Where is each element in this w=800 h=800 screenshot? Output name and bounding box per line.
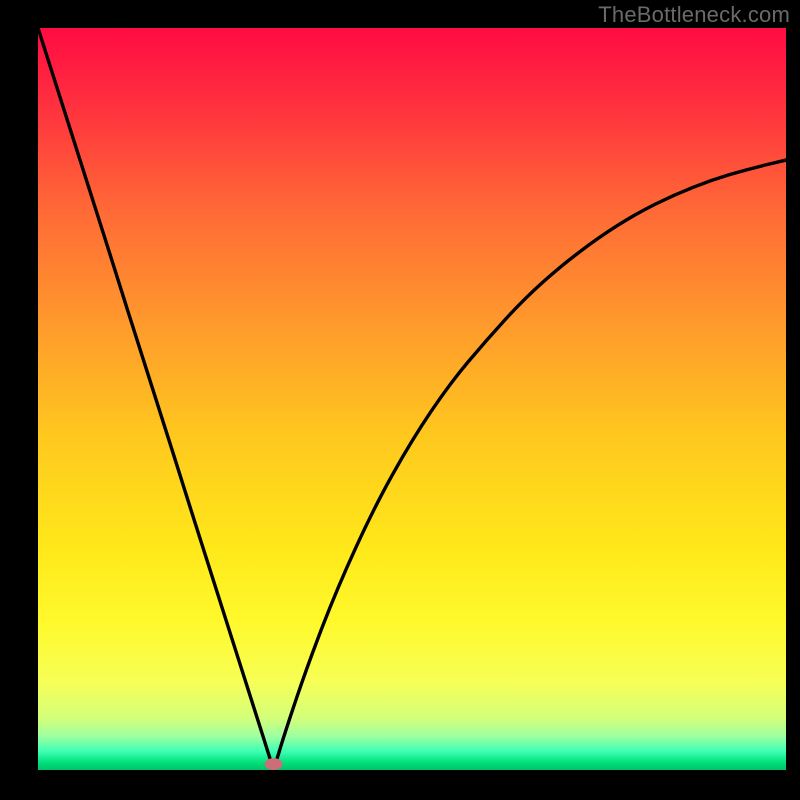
- gradient-background: [38, 28, 786, 770]
- watermark-text: TheBottleneck.com: [598, 2, 790, 28]
- chart-svg: [38, 28, 786, 770]
- optimum-marker: [265, 758, 283, 770]
- chart-frame: TheBottleneck.com: [0, 0, 800, 800]
- plot-area: [38, 28, 786, 770]
